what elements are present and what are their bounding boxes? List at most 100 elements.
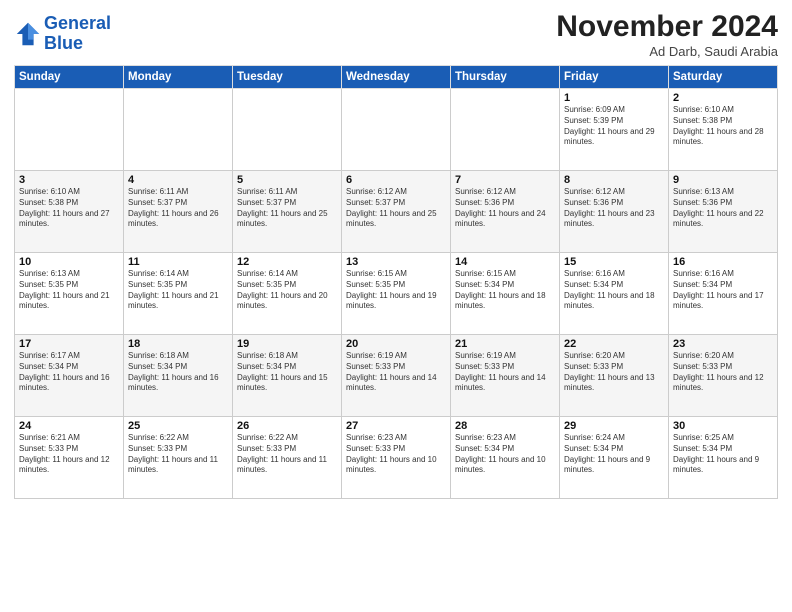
day-info-21: Sunrise: 6:19 AM Sunset: 5:33 PM Dayligh…	[455, 351, 555, 394]
day-number-23: 23	[673, 338, 773, 350]
calendar-cell-2-1: 11Sunrise: 6:14 AM Sunset: 5:35 PM Dayli…	[124, 253, 233, 335]
day-number-7: 7	[455, 174, 555, 186]
day-info-28: Sunrise: 6:23 AM Sunset: 5:34 PM Dayligh…	[455, 433, 555, 476]
calendar-cell-1-3: 6Sunrise: 6:12 AM Sunset: 5:37 PM Daylig…	[342, 171, 451, 253]
header-saturday: Saturday	[669, 66, 778, 89]
day-info-24: Sunrise: 6:21 AM Sunset: 5:33 PM Dayligh…	[19, 433, 119, 476]
weekday-header-row: Sunday Monday Tuesday Wednesday Thursday…	[15, 66, 778, 89]
header-wednesday: Wednesday	[342, 66, 451, 89]
day-info-18: Sunrise: 6:18 AM Sunset: 5:34 PM Dayligh…	[128, 351, 228, 394]
calendar-cell-3-5: 22Sunrise: 6:20 AM Sunset: 5:33 PM Dayli…	[560, 335, 669, 417]
day-number-30: 30	[673, 420, 773, 432]
day-number-18: 18	[128, 338, 228, 350]
day-info-3: Sunrise: 6:10 AM Sunset: 5:38 PM Dayligh…	[19, 187, 119, 230]
calendar-cell-0-2	[233, 89, 342, 171]
day-number-28: 28	[455, 420, 555, 432]
day-number-26: 26	[237, 420, 337, 432]
day-info-17: Sunrise: 6:17 AM Sunset: 5:34 PM Dayligh…	[19, 351, 119, 394]
calendar-cell-2-4: 14Sunrise: 6:15 AM Sunset: 5:34 PM Dayli…	[451, 253, 560, 335]
calendar-cell-2-2: 12Sunrise: 6:14 AM Sunset: 5:35 PM Dayli…	[233, 253, 342, 335]
day-info-13: Sunrise: 6:15 AM Sunset: 5:35 PM Dayligh…	[346, 269, 446, 312]
week-row-4: 24Sunrise: 6:21 AM Sunset: 5:33 PM Dayli…	[15, 417, 778, 499]
day-number-3: 3	[19, 174, 119, 186]
calendar-cell-1-2: 5Sunrise: 6:11 AM Sunset: 5:37 PM Daylig…	[233, 171, 342, 253]
day-info-30: Sunrise: 6:25 AM Sunset: 5:34 PM Dayligh…	[673, 433, 773, 476]
day-number-14: 14	[455, 256, 555, 268]
calendar-cell-3-1: 18Sunrise: 6:18 AM Sunset: 5:34 PM Dayli…	[124, 335, 233, 417]
day-info-20: Sunrise: 6:19 AM Sunset: 5:33 PM Dayligh…	[346, 351, 446, 394]
header-sunday: Sunday	[15, 66, 124, 89]
day-number-5: 5	[237, 174, 337, 186]
day-number-2: 2	[673, 92, 773, 104]
day-number-17: 17	[19, 338, 119, 350]
day-number-16: 16	[673, 256, 773, 268]
day-info-14: Sunrise: 6:15 AM Sunset: 5:34 PM Dayligh…	[455, 269, 555, 312]
day-number-21: 21	[455, 338, 555, 350]
calendar-cell-4-4: 28Sunrise: 6:23 AM Sunset: 5:34 PM Dayli…	[451, 417, 560, 499]
week-row-1: 3Sunrise: 6:10 AM Sunset: 5:38 PM Daylig…	[15, 171, 778, 253]
day-number-4: 4	[128, 174, 228, 186]
calendar-cell-1-5: 8Sunrise: 6:12 AM Sunset: 5:36 PM Daylig…	[560, 171, 669, 253]
page-container: GeneralBlue November 2024 Ad Darb, Saudi…	[0, 0, 792, 505]
day-number-20: 20	[346, 338, 446, 350]
calendar-cell-0-6: 2Sunrise: 6:10 AM Sunset: 5:38 PM Daylig…	[669, 89, 778, 171]
calendar-cell-1-0: 3Sunrise: 6:10 AM Sunset: 5:38 PM Daylig…	[15, 171, 124, 253]
calendar-cell-0-0	[15, 89, 124, 171]
day-info-9: Sunrise: 6:13 AM Sunset: 5:36 PM Dayligh…	[673, 187, 773, 230]
day-number-8: 8	[564, 174, 664, 186]
day-number-22: 22	[564, 338, 664, 350]
logo-text: GeneralBlue	[44, 14, 111, 54]
calendar-cell-0-5: 1Sunrise: 6:09 AM Sunset: 5:39 PM Daylig…	[560, 89, 669, 171]
logo: GeneralBlue	[14, 14, 111, 54]
logo-icon	[14, 20, 42, 48]
calendar-cell-3-3: 20Sunrise: 6:19 AM Sunset: 5:33 PM Dayli…	[342, 335, 451, 417]
calendar-cell-4-0: 24Sunrise: 6:21 AM Sunset: 5:33 PM Dayli…	[15, 417, 124, 499]
calendar-cell-0-3	[342, 89, 451, 171]
week-row-3: 17Sunrise: 6:17 AM Sunset: 5:34 PM Dayli…	[15, 335, 778, 417]
calendar-cell-2-5: 15Sunrise: 6:16 AM Sunset: 5:34 PM Dayli…	[560, 253, 669, 335]
day-info-29: Sunrise: 6:24 AM Sunset: 5:34 PM Dayligh…	[564, 433, 664, 476]
day-info-26: Sunrise: 6:22 AM Sunset: 5:33 PM Dayligh…	[237, 433, 337, 476]
calendar-cell-2-3: 13Sunrise: 6:15 AM Sunset: 5:35 PM Dayli…	[342, 253, 451, 335]
day-info-27: Sunrise: 6:23 AM Sunset: 5:33 PM Dayligh…	[346, 433, 446, 476]
header-monday: Monday	[124, 66, 233, 89]
calendar-cell-0-4	[451, 89, 560, 171]
day-number-15: 15	[564, 256, 664, 268]
calendar-table: Sunday Monday Tuesday Wednesday Thursday…	[14, 65, 778, 499]
day-info-1: Sunrise: 6:09 AM Sunset: 5:39 PM Dayligh…	[564, 105, 664, 148]
day-info-22: Sunrise: 6:20 AM Sunset: 5:33 PM Dayligh…	[564, 351, 664, 394]
calendar-cell-3-2: 19Sunrise: 6:18 AM Sunset: 5:34 PM Dayli…	[233, 335, 342, 417]
week-row-2: 10Sunrise: 6:13 AM Sunset: 5:35 PM Dayli…	[15, 253, 778, 335]
calendar-cell-4-2: 26Sunrise: 6:22 AM Sunset: 5:33 PM Dayli…	[233, 417, 342, 499]
day-info-16: Sunrise: 6:16 AM Sunset: 5:34 PM Dayligh…	[673, 269, 773, 312]
day-info-10: Sunrise: 6:13 AM Sunset: 5:35 PM Dayligh…	[19, 269, 119, 312]
day-info-23: Sunrise: 6:20 AM Sunset: 5:33 PM Dayligh…	[673, 351, 773, 394]
day-number-25: 25	[128, 420, 228, 432]
day-number-13: 13	[346, 256, 446, 268]
day-info-4: Sunrise: 6:11 AM Sunset: 5:37 PM Dayligh…	[128, 187, 228, 230]
calendar-cell-4-6: 30Sunrise: 6:25 AM Sunset: 5:34 PM Dayli…	[669, 417, 778, 499]
calendar-cell-1-6: 9Sunrise: 6:13 AM Sunset: 5:36 PM Daylig…	[669, 171, 778, 253]
day-info-19: Sunrise: 6:18 AM Sunset: 5:34 PM Dayligh…	[237, 351, 337, 394]
title-block: November 2024 Ad Darb, Saudi Arabia	[556, 10, 778, 59]
day-info-2: Sunrise: 6:10 AM Sunset: 5:38 PM Dayligh…	[673, 105, 773, 148]
day-info-8: Sunrise: 6:12 AM Sunset: 5:36 PM Dayligh…	[564, 187, 664, 230]
day-number-12: 12	[237, 256, 337, 268]
day-info-25: Sunrise: 6:22 AM Sunset: 5:33 PM Dayligh…	[128, 433, 228, 476]
day-info-5: Sunrise: 6:11 AM Sunset: 5:37 PM Dayligh…	[237, 187, 337, 230]
header: GeneralBlue November 2024 Ad Darb, Saudi…	[14, 10, 778, 59]
day-info-15: Sunrise: 6:16 AM Sunset: 5:34 PM Dayligh…	[564, 269, 664, 312]
calendar-cell-1-1: 4Sunrise: 6:11 AM Sunset: 5:37 PM Daylig…	[124, 171, 233, 253]
day-number-6: 6	[346, 174, 446, 186]
day-info-12: Sunrise: 6:14 AM Sunset: 5:35 PM Dayligh…	[237, 269, 337, 312]
calendar-cell-1-4: 7Sunrise: 6:12 AM Sunset: 5:36 PM Daylig…	[451, 171, 560, 253]
calendar-cell-0-1	[124, 89, 233, 171]
day-number-11: 11	[128, 256, 228, 268]
day-info-7: Sunrise: 6:12 AM Sunset: 5:36 PM Dayligh…	[455, 187, 555, 230]
calendar-cell-2-6: 16Sunrise: 6:16 AM Sunset: 5:34 PM Dayli…	[669, 253, 778, 335]
day-number-10: 10	[19, 256, 119, 268]
calendar-cell-4-3: 27Sunrise: 6:23 AM Sunset: 5:33 PM Dayli…	[342, 417, 451, 499]
calendar-cell-3-6: 23Sunrise: 6:20 AM Sunset: 5:33 PM Dayli…	[669, 335, 778, 417]
calendar-cell-4-1: 25Sunrise: 6:22 AM Sunset: 5:33 PM Dayli…	[124, 417, 233, 499]
day-number-19: 19	[237, 338, 337, 350]
